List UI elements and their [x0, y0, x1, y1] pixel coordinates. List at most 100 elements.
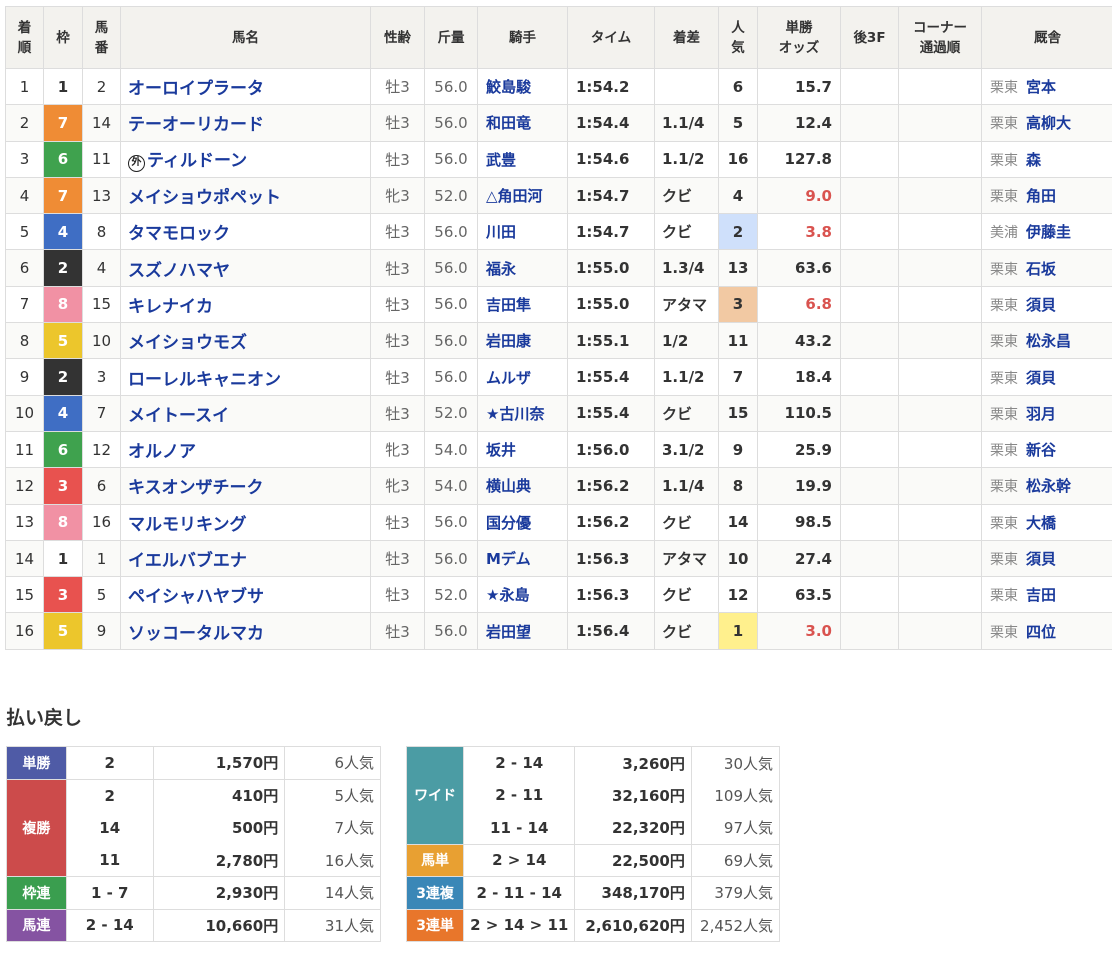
horse-number-cell: 9: [82, 612, 121, 650]
jockey-link[interactable]: ムルザ: [477, 358, 568, 396]
trainer-link[interactable]: 須貝: [1026, 369, 1056, 387]
trainer-link[interactable]: 石坂: [1026, 260, 1056, 278]
jockey-link[interactable]: △角田河: [477, 176, 568, 215]
stable-location: 美浦: [990, 225, 1018, 242]
trainer-link[interactable]: 大橋: [1026, 514, 1056, 532]
trainer-link[interactable]: 四位: [1026, 623, 1056, 641]
jockey-link[interactable]: 国分優: [477, 503, 568, 541]
popularity-cell: 14: [718, 503, 758, 541]
margin-cell: 1.1/4: [654, 467, 719, 505]
horse-name-link[interactable]: キスオンザチーク: [120, 467, 371, 505]
last-3f-cell: [840, 322, 899, 360]
rank-cell: 3: [5, 140, 44, 178]
horse-number-cell: 14: [82, 104, 121, 142]
horse-name-link[interactable]: マルモリキング: [120, 503, 371, 541]
stable-cell: 栗東 松永幹: [981, 467, 1112, 505]
table-row: 11 6 12 オルノア 牝3 54.0 坂井 1:56.0 3.1/2 9 25.9 栗東 新谷: [5, 430, 1112, 469]
payout-popularity: 6人気: [284, 746, 381, 780]
jockey-link[interactable]: 川田: [477, 213, 568, 251]
jockey-link[interactable]: 岩田康: [477, 322, 568, 360]
payout-type-label: 複勝: [6, 778, 67, 877]
horse-name-link[interactable]: メイトースイ: [120, 394, 371, 432]
jockey-link[interactable]: 吉田隼: [477, 285, 568, 324]
trainer-link[interactable]: 伊藤圭: [1026, 223, 1071, 241]
trainer-link[interactable]: 高柳大: [1026, 114, 1071, 132]
horse-name-link[interactable]: テーオーリカード: [120, 104, 371, 142]
sex-age-cell: 牡3: [370, 140, 425, 178]
jockey-link[interactable]: 武豊: [477, 140, 568, 178]
header-last-3f: 後3F: [840, 6, 899, 69]
table-row: 10 4 7 メイトースイ 牡3 52.0 ★古川奈 1:55.4 クビ 15 110.5 栗東 羽月: [5, 394, 1112, 432]
horse-name-link[interactable]: イエルバブエナ: [120, 539, 371, 578]
horse-name-link[interactable]: ペイシャハヤブサ: [120, 576, 371, 614]
waku-cell: 1: [43, 539, 83, 578]
trainer-link[interactable]: 角田: [1026, 187, 1056, 205]
payout-amount: 410円: [152, 778, 286, 812]
payout-amount: 2,930円: [152, 876, 286, 910]
payout-combination: 2 - 14: [463, 746, 576, 779]
jockey-link[interactable]: Mデム: [477, 539, 568, 578]
win-odds-cell: 98.5: [757, 503, 841, 541]
trainer-link[interactable]: 松永昌: [1026, 332, 1071, 350]
rank-cell: 16: [5, 612, 44, 650]
corner-cell: [898, 503, 982, 541]
last-3f-cell: [840, 430, 899, 469]
stable-location: 栗東: [990, 624, 1018, 641]
sex-age-cell: 牡3: [370, 503, 425, 541]
rank-cell: 2: [5, 104, 44, 142]
stable-location: 栗東: [990, 152, 1018, 169]
weight-cell: 56.0: [424, 249, 478, 287]
jockey-link[interactable]: ★永島: [477, 576, 568, 614]
corner-cell: [898, 430, 982, 469]
horse-name-link[interactable]: オーロイプラータ: [120, 67, 371, 106]
trainer-link[interactable]: 宮本: [1026, 78, 1056, 96]
horse-name-link[interactable]: ソッコータルマカ: [120, 612, 371, 650]
trainer-link[interactable]: 羽月: [1026, 405, 1056, 423]
horse-name-link[interactable]: キレナイカ: [120, 285, 371, 324]
margin-cell: 1/2: [654, 322, 719, 360]
header-horse-number: 馬番: [82, 6, 121, 69]
horse-name-link[interactable]: スズノハマヤ: [120, 249, 371, 287]
table-row: 4 7 13 メイショウポペット 牝3 52.0 △角田河 1:54.7 クビ 4 9.0 栗東 角田: [5, 176, 1112, 215]
jockey-link[interactable]: 坂井: [477, 430, 568, 469]
trainer-link[interactable]: 森: [1026, 151, 1041, 169]
race-result-table: 着順枠馬番馬名 性齢 斤量 騎手 タイム 着差人気単勝 オッズ 後3F コーナー 通過順 厩舎 11…: [5, 6, 1112, 650]
popularity-cell: 12: [718, 576, 758, 614]
horse-name-link[interactable]: タマモロック: [120, 213, 371, 251]
margin-cell: アタマ: [654, 285, 719, 324]
waku-cell: 1: [43, 67, 83, 106]
jockey-link[interactable]: ★古川奈: [477, 394, 568, 432]
horse-name-link[interactable]: オルノア: [120, 430, 371, 469]
stable-cell: 栗東 角田: [981, 176, 1112, 215]
weight-cell: 54.0: [424, 467, 478, 505]
margin-cell: アタマ: [654, 539, 719, 578]
jockey-link[interactable]: 福永: [477, 249, 568, 287]
win-odds-cell: 15.7: [757, 67, 841, 106]
horse-name-link[interactable]: メイショウポペット: [120, 176, 371, 215]
jockey-link[interactable]: 鮫島駿: [477, 67, 568, 106]
trainer-link[interactable]: 吉田: [1026, 586, 1056, 604]
jockey-link[interactable]: 岩田望: [477, 612, 568, 650]
jockey-link[interactable]: 横山典: [477, 467, 568, 505]
margin-cell: クビ: [654, 503, 719, 541]
stable-cell: 栗東 四位: [981, 612, 1112, 650]
sex-age-cell: 牡3: [370, 394, 425, 432]
jockey-link[interactable]: 和田竜: [477, 104, 568, 142]
horse-number-cell: 5: [82, 576, 121, 614]
horse-name-link[interactable]: ローレルキャニオン: [120, 358, 371, 396]
payout-row: 枠連 1 - 7 2,930円 14人気: [6, 876, 381, 910]
sex-age-cell: 牡3: [370, 67, 425, 106]
horse-name-link[interactable]: 外ティルドーン: [120, 140, 371, 178]
win-odds-cell: 127.8: [757, 140, 841, 178]
trainer-link[interactable]: 須貝: [1026, 296, 1056, 314]
weight-cell: 56.0: [424, 104, 478, 142]
stable-cell: 栗東 松永昌: [981, 322, 1112, 360]
margin-cell: 3.1/2: [654, 430, 719, 469]
trainer-link[interactable]: 松永幹: [1026, 477, 1071, 495]
trainer-link[interactable]: 新谷: [1026, 441, 1056, 459]
corner-cell: [898, 67, 982, 106]
payout-combination: 2 > 14: [463, 843, 576, 877]
horse-number-cell: 2: [82, 67, 121, 106]
horse-name-link[interactable]: メイショウモズ: [120, 322, 371, 360]
trainer-link[interactable]: 須貝: [1026, 550, 1056, 568]
